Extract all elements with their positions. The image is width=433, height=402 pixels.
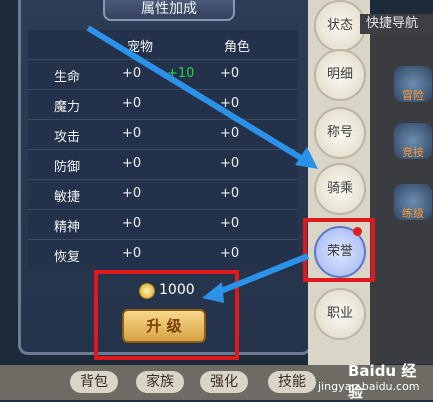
tab-skills[interactable]: 技能: [268, 371, 316, 393]
highlight-box-honor: [303, 218, 375, 282]
panel-title: 属性加成: [103, 0, 235, 21]
tab-enhance[interactable]: 强化: [200, 371, 248, 393]
row-role-value: +0: [220, 156, 240, 171]
row-name: 恢复: [54, 250, 81, 265]
row-role-value: +0: [220, 66, 240, 81]
row-pet-value: +0: [122, 216, 142, 231]
table-row: 恢复 +0 +0: [28, 239, 298, 267]
row-pet-value: +0: [122, 156, 142, 171]
watermark-url: jingyan.baidu.com: [318, 380, 420, 393]
row-role-value: +0: [220, 216, 240, 231]
sidebar-item-details[interactable]: 明细: [314, 49, 366, 101]
table-row: 魔力 +0 +0: [28, 89, 298, 117]
quick-nav-training[interactable]: 练级: [394, 184, 432, 220]
tab-family[interactable]: 家族: [136, 371, 184, 393]
tab-backpack[interactable]: 背包: [70, 371, 118, 393]
row-role-value: +0: [220, 186, 240, 201]
row-name: 敏捷: [54, 190, 81, 205]
row-pet-value: +0: [122, 126, 142, 141]
table-row: 精神 +0 +0: [28, 209, 298, 237]
header-role: 角色: [224, 40, 251, 55]
quick-nav-arena[interactable]: 竞技: [394, 123, 432, 159]
sidebar-item-title[interactable]: 称号: [314, 107, 366, 159]
quick-nav-adventure[interactable]: 冒险: [394, 66, 432, 102]
table-row: 防御 +0 +0: [28, 149, 298, 177]
sidebar-item-mount[interactable]: 骑乘: [314, 163, 366, 215]
table-row: 生命 +0 +10 +0: [28, 59, 298, 87]
row-pet-value: +0: [122, 246, 142, 261]
watermark: Baidu 经验 jingyan.baidu.com: [318, 360, 430, 401]
row-bonus: +10: [167, 66, 195, 81]
row-pet-value: +0: [122, 96, 142, 111]
row-name: 防御: [54, 160, 81, 175]
quick-nav-title: 快捷导航: [360, 14, 433, 34]
sidebar-item-class[interactable]: 职业: [314, 288, 366, 340]
header-pet: 宠物: [127, 40, 154, 55]
row-name: 精神: [54, 220, 81, 235]
row-role-value: +0: [220, 126, 240, 141]
row-pet-value: +0: [122, 186, 142, 201]
row-pet-value: +0: [122, 66, 142, 81]
row-name: 魔力: [54, 100, 81, 115]
row-role-value: +0: [220, 96, 240, 111]
table-row: 攻击 +0 +0: [28, 119, 298, 147]
highlight-box-upgrade: [94, 270, 239, 360]
table-row: 敏捷 +0 +0: [28, 179, 298, 207]
row-name: 生命: [54, 70, 81, 85]
sidebar-item-status[interactable]: 状态: [314, 0, 366, 52]
row-name: 攻击: [54, 130, 81, 145]
row-role-value: +0: [220, 246, 240, 261]
